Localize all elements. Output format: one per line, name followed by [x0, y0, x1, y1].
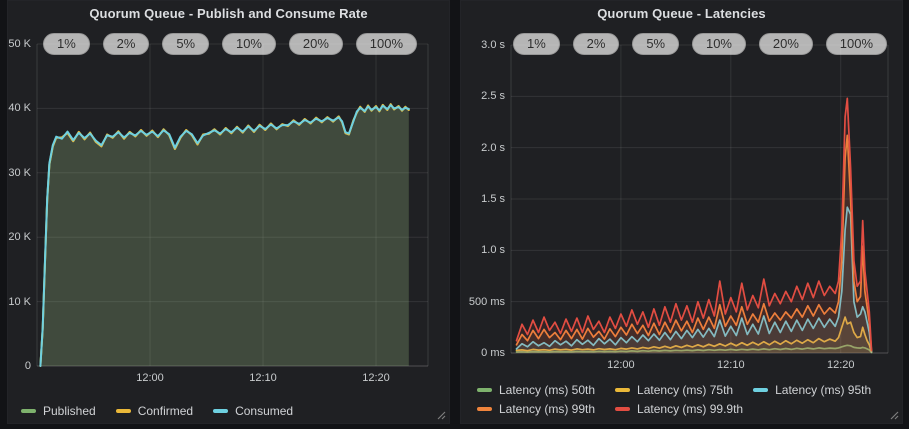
x-axis-tick: 12:20 — [811, 359, 871, 371]
dashboard: { "page": { "background": "#121316", "pa… — [0, 0, 909, 429]
series-fill-2 — [40, 105, 408, 366]
legend-swatch-icon — [116, 409, 131, 413]
legend-swatch-icon — [213, 409, 228, 413]
panel-title[interactable]: Quorum Queue - Latencies — [461, 6, 902, 21]
panel-latencies: Quorum Queue - Latencies 1%2%5%10%20%100… — [460, 0, 903, 424]
legend-row: Latency (ms) 50th Latency (ms) 75th Latenc… — [477, 380, 891, 399]
panel-title[interactable]: Quorum Queue - Publish and Consume Rate — [8, 6, 449, 21]
y-axis-tick: 2.0 s — [461, 141, 505, 155]
y-axis-tick: 2.5 s — [461, 89, 505, 103]
panel-resize-handle[interactable] — [437, 411, 446, 420]
legend-swatch-icon — [21, 409, 36, 413]
legend-swatch-icon — [477, 407, 492, 411]
legend-label: Latency (ms) 99.9th — [637, 402, 743, 416]
legend: Latency (ms) 50th Latency (ms) 75th Latenc… — [477, 380, 891, 418]
legend-swatch-icon — [477, 388, 492, 392]
y-axis-tick: 3.0 s — [461, 38, 505, 52]
legend-item[interactable]: Latency (ms) 99.9th — [615, 402, 743, 416]
x-axis-tick: 12:10 — [233, 372, 293, 384]
y-axis-tick: 0 ms — [461, 346, 505, 360]
legend-label: Latency (ms) 50th — [499, 383, 595, 397]
legend-label: Latency (ms) 75th — [637, 383, 733, 397]
legend-label: Consumed — [235, 404, 293, 418]
legend-swatch-icon — [753, 388, 768, 392]
legend-row: Latency (ms) 99th Latency (ms) 99.9th — [477, 399, 891, 418]
plot-area[interactable] — [511, 45, 888, 353]
y-axis-tick: 40 K — [8, 101, 31, 115]
legend-item[interactable]: Consumed — [213, 404, 293, 418]
legend-label: Latency (ms) 99th — [499, 402, 595, 416]
legend-row: Published Confirmed Consumed — [21, 401, 313, 420]
y-axis-tick: 50 K — [8, 37, 31, 51]
legend-item[interactable]: Latency (ms) 95th — [753, 383, 871, 397]
legend-label: Published — [43, 404, 96, 418]
x-axis-tick: 12:10 — [701, 359, 761, 371]
legend-item[interactable]: Latency (ms) 50th — [477, 383, 595, 397]
legend-label: Latency (ms) 95th — [775, 383, 871, 397]
legend-item[interactable]: Latency (ms) 99th — [477, 402, 595, 416]
legend-item[interactable]: Confirmed — [116, 404, 193, 418]
legend-swatch-icon — [615, 407, 630, 411]
legend-item[interactable]: Published — [21, 404, 96, 418]
legend-item[interactable]: Latency (ms) 75th — [615, 383, 733, 397]
y-axis-tick: 30 K — [8, 166, 31, 180]
legend-label: Confirmed — [138, 404, 193, 418]
y-axis-tick: 1.0 s — [461, 243, 505, 257]
y-axis-tick: 500 ms — [461, 295, 505, 309]
plot-area[interactable] — [37, 44, 428, 366]
panel-publish-consume-rate: Quorum Queue - Publish and Consume Rate … — [7, 0, 450, 424]
panel-resize-handle[interactable] — [890, 411, 899, 420]
x-axis-tick: 12:00 — [591, 359, 651, 371]
x-axis-tick: 12:20 — [346, 372, 406, 384]
legend-swatch-icon — [615, 388, 630, 392]
y-axis-tick: 0 — [8, 359, 31, 373]
y-axis-tick: 1.5 s — [461, 192, 505, 206]
x-axis-tick: 12:00 — [120, 372, 180, 384]
y-axis-tick: 10 K — [8, 295, 31, 309]
y-axis-tick: 20 K — [8, 230, 31, 244]
legend: Published Confirmed Consumed — [21, 401, 313, 420]
